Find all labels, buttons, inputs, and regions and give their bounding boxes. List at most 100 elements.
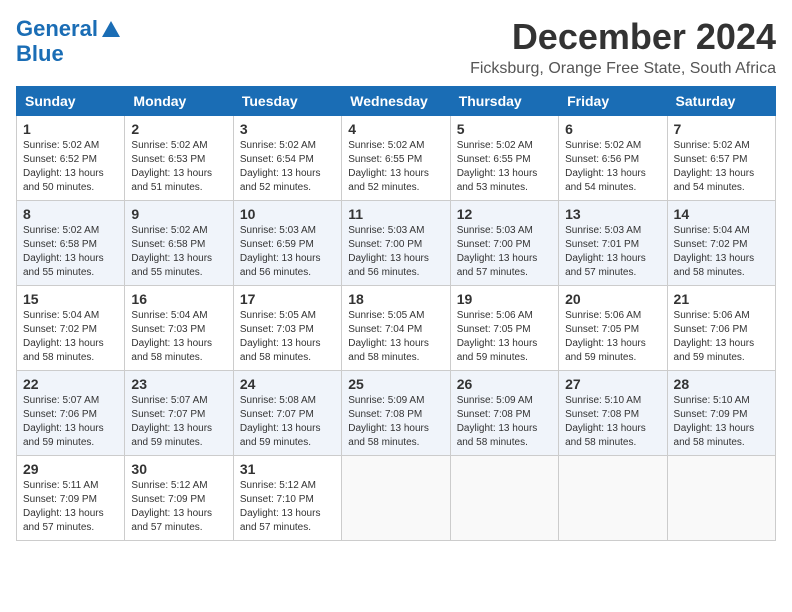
calendar-cell: 9 Sunrise: 5:02 AM Sunset: 6:58 PM Dayli… [125, 201, 233, 286]
calendar-cell: 14 Sunrise: 5:04 AM Sunset: 7:02 PM Dayl… [667, 201, 775, 286]
day-number: 8 [23, 206, 118, 222]
month-title: December 2024 [470, 16, 776, 58]
day-info: Sunrise: 5:03 AM Sunset: 7:01 PM Dayligh… [565, 224, 660, 280]
calendar-cell: 4 Sunrise: 5:02 AM Sunset: 6:55 PM Dayli… [342, 116, 450, 201]
day-number: 9 [131, 206, 226, 222]
calendar-cell: 31 Sunrise: 5:12 AM Sunset: 7:10 PM Dayl… [233, 456, 341, 541]
day-number: 1 [23, 121, 118, 137]
day-number: 23 [131, 376, 226, 392]
column-header-saturday: Saturday [667, 87, 775, 116]
day-info: Sunrise: 5:11 AM Sunset: 7:09 PM Dayligh… [23, 479, 118, 535]
calendar-cell: 27 Sunrise: 5:10 AM Sunset: 7:08 PM Dayl… [559, 371, 667, 456]
day-number: 7 [674, 121, 769, 137]
day-number: 27 [565, 376, 660, 392]
day-number: 20 [565, 291, 660, 307]
calendar-week-row: 8 Sunrise: 5:02 AM Sunset: 6:58 PM Dayli… [17, 201, 776, 286]
calendar-cell: 10 Sunrise: 5:03 AM Sunset: 6:59 PM Dayl… [233, 201, 341, 286]
calendar-week-row: 22 Sunrise: 5:07 AM Sunset: 7:06 PM Dayl… [17, 371, 776, 456]
day-number: 4 [348, 121, 443, 137]
day-info: Sunrise: 5:02 AM Sunset: 6:54 PM Dayligh… [240, 139, 335, 195]
day-info: Sunrise: 5:12 AM Sunset: 7:09 PM Dayligh… [131, 479, 226, 535]
day-info: Sunrise: 5:05 AM Sunset: 7:04 PM Dayligh… [348, 309, 443, 365]
day-info: Sunrise: 5:06 AM Sunset: 7:06 PM Dayligh… [674, 309, 769, 365]
day-number: 11 [348, 206, 443, 222]
logo-text: General [16, 16, 124, 41]
day-number: 6 [565, 121, 660, 137]
day-info: Sunrise: 5:12 AM Sunset: 7:10 PM Dayligh… [240, 479, 335, 535]
calendar-cell: 19 Sunrise: 5:06 AM Sunset: 7:05 PM Dayl… [450, 286, 558, 371]
calendar-cell: 22 Sunrise: 5:07 AM Sunset: 7:06 PM Dayl… [17, 371, 125, 456]
calendar-cell: 28 Sunrise: 5:10 AM Sunset: 7:09 PM Dayl… [667, 371, 775, 456]
calendar-cell: 11 Sunrise: 5:03 AM Sunset: 7:00 PM Dayl… [342, 201, 450, 286]
calendar-cell: 18 Sunrise: 5:05 AM Sunset: 7:04 PM Dayl… [342, 286, 450, 371]
day-info: Sunrise: 5:07 AM Sunset: 7:07 PM Dayligh… [131, 394, 226, 450]
calendar-cell: 1 Sunrise: 5:02 AM Sunset: 6:52 PM Dayli… [17, 116, 125, 201]
column-header-friday: Friday [559, 87, 667, 116]
column-header-tuesday: Tuesday [233, 87, 341, 116]
column-header-sunday: Sunday [17, 87, 125, 116]
calendar-cell: 20 Sunrise: 5:06 AM Sunset: 7:05 PM Dayl… [559, 286, 667, 371]
day-info: Sunrise: 5:02 AM Sunset: 6:55 PM Dayligh… [457, 139, 552, 195]
day-number: 22 [23, 376, 118, 392]
calendar-cell: 2 Sunrise: 5:02 AM Sunset: 6:53 PM Dayli… [125, 116, 233, 201]
calendar-cell [667, 456, 775, 541]
day-info: Sunrise: 5:09 AM Sunset: 7:08 PM Dayligh… [457, 394, 552, 450]
calendar-cell: 16 Sunrise: 5:04 AM Sunset: 7:03 PM Dayl… [125, 286, 233, 371]
day-number: 17 [240, 291, 335, 307]
calendar-week-row: 29 Sunrise: 5:11 AM Sunset: 7:09 PM Dayl… [17, 456, 776, 541]
calendar-cell [559, 456, 667, 541]
calendar-cell: 29 Sunrise: 5:11 AM Sunset: 7:09 PM Dayl… [17, 456, 125, 541]
day-info: Sunrise: 5:04 AM Sunset: 7:02 PM Dayligh… [23, 309, 118, 365]
calendar-cell: 13 Sunrise: 5:03 AM Sunset: 7:01 PM Dayl… [559, 201, 667, 286]
day-info: Sunrise: 5:05 AM Sunset: 7:03 PM Dayligh… [240, 309, 335, 365]
calendar-cell: 26 Sunrise: 5:09 AM Sunset: 7:08 PM Dayl… [450, 371, 558, 456]
location-title: Ficksburg, Orange Free State, South Afri… [470, 60, 776, 78]
day-info: Sunrise: 5:02 AM Sunset: 6:58 PM Dayligh… [131, 224, 226, 280]
day-info: Sunrise: 5:02 AM Sunset: 6:53 PM Dayligh… [131, 139, 226, 195]
calendar-cell: 8 Sunrise: 5:02 AM Sunset: 6:58 PM Dayli… [17, 201, 125, 286]
day-info: Sunrise: 5:04 AM Sunset: 7:02 PM Dayligh… [674, 224, 769, 280]
day-info: Sunrise: 5:02 AM Sunset: 6:57 PM Dayligh… [674, 139, 769, 195]
day-number: 29 [23, 461, 118, 477]
day-number: 26 [457, 376, 552, 392]
day-info: Sunrise: 5:08 AM Sunset: 7:07 PM Dayligh… [240, 394, 335, 450]
column-header-monday: Monday [125, 87, 233, 116]
day-number: 31 [240, 461, 335, 477]
column-header-wednesday: Wednesday [342, 87, 450, 116]
page-header: General Blue December 2024 Ficksburg, Or… [16, 16, 776, 78]
day-number: 5 [457, 121, 552, 137]
calendar-cell: 21 Sunrise: 5:06 AM Sunset: 7:06 PM Dayl… [667, 286, 775, 371]
calendar-cell: 6 Sunrise: 5:02 AM Sunset: 6:56 PM Dayli… [559, 116, 667, 201]
day-info: Sunrise: 5:06 AM Sunset: 7:05 PM Dayligh… [457, 309, 552, 365]
day-info: Sunrise: 5:04 AM Sunset: 7:03 PM Dayligh… [131, 309, 226, 365]
day-info: Sunrise: 5:02 AM Sunset: 6:52 PM Dayligh… [23, 139, 118, 195]
day-number: 10 [240, 206, 335, 222]
day-info: Sunrise: 5:03 AM Sunset: 7:00 PM Dayligh… [457, 224, 552, 280]
logo: General Blue [16, 16, 124, 67]
day-info: Sunrise: 5:02 AM Sunset: 6:58 PM Dayligh… [23, 224, 118, 280]
day-number: 3 [240, 121, 335, 137]
calendar-week-row: 1 Sunrise: 5:02 AM Sunset: 6:52 PM Dayli… [17, 116, 776, 201]
day-number: 14 [674, 206, 769, 222]
calendar-cell: 7 Sunrise: 5:02 AM Sunset: 6:57 PM Dayli… [667, 116, 775, 201]
day-number: 15 [23, 291, 118, 307]
day-info: Sunrise: 5:10 AM Sunset: 7:08 PM Dayligh… [565, 394, 660, 450]
calendar-cell: 30 Sunrise: 5:12 AM Sunset: 7:09 PM Dayl… [125, 456, 233, 541]
calendar-cell: 5 Sunrise: 5:02 AM Sunset: 6:55 PM Dayli… [450, 116, 558, 201]
calendar-cell: 23 Sunrise: 5:07 AM Sunset: 7:07 PM Dayl… [125, 371, 233, 456]
calendar-cell [342, 456, 450, 541]
calendar-header-row: SundayMondayTuesdayWednesdayThursdayFrid… [17, 87, 776, 116]
calendar-cell: 12 Sunrise: 5:03 AM Sunset: 7:00 PM Dayl… [450, 201, 558, 286]
day-number: 21 [674, 291, 769, 307]
column-header-thursday: Thursday [450, 87, 558, 116]
calendar-cell [450, 456, 558, 541]
day-info: Sunrise: 5:10 AM Sunset: 7:09 PM Dayligh… [674, 394, 769, 450]
calendar-body: 1 Sunrise: 5:02 AM Sunset: 6:52 PM Dayli… [17, 116, 776, 541]
calendar-table: SundayMondayTuesdayWednesdayThursdayFrid… [16, 86, 776, 541]
day-info: Sunrise: 5:03 AM Sunset: 7:00 PM Dayligh… [348, 224, 443, 280]
day-number: 2 [131, 121, 226, 137]
calendar-cell: 3 Sunrise: 5:02 AM Sunset: 6:54 PM Dayli… [233, 116, 341, 201]
day-info: Sunrise: 5:02 AM Sunset: 6:56 PM Dayligh… [565, 139, 660, 195]
day-number: 12 [457, 206, 552, 222]
day-info: Sunrise: 5:09 AM Sunset: 7:08 PM Dayligh… [348, 394, 443, 450]
